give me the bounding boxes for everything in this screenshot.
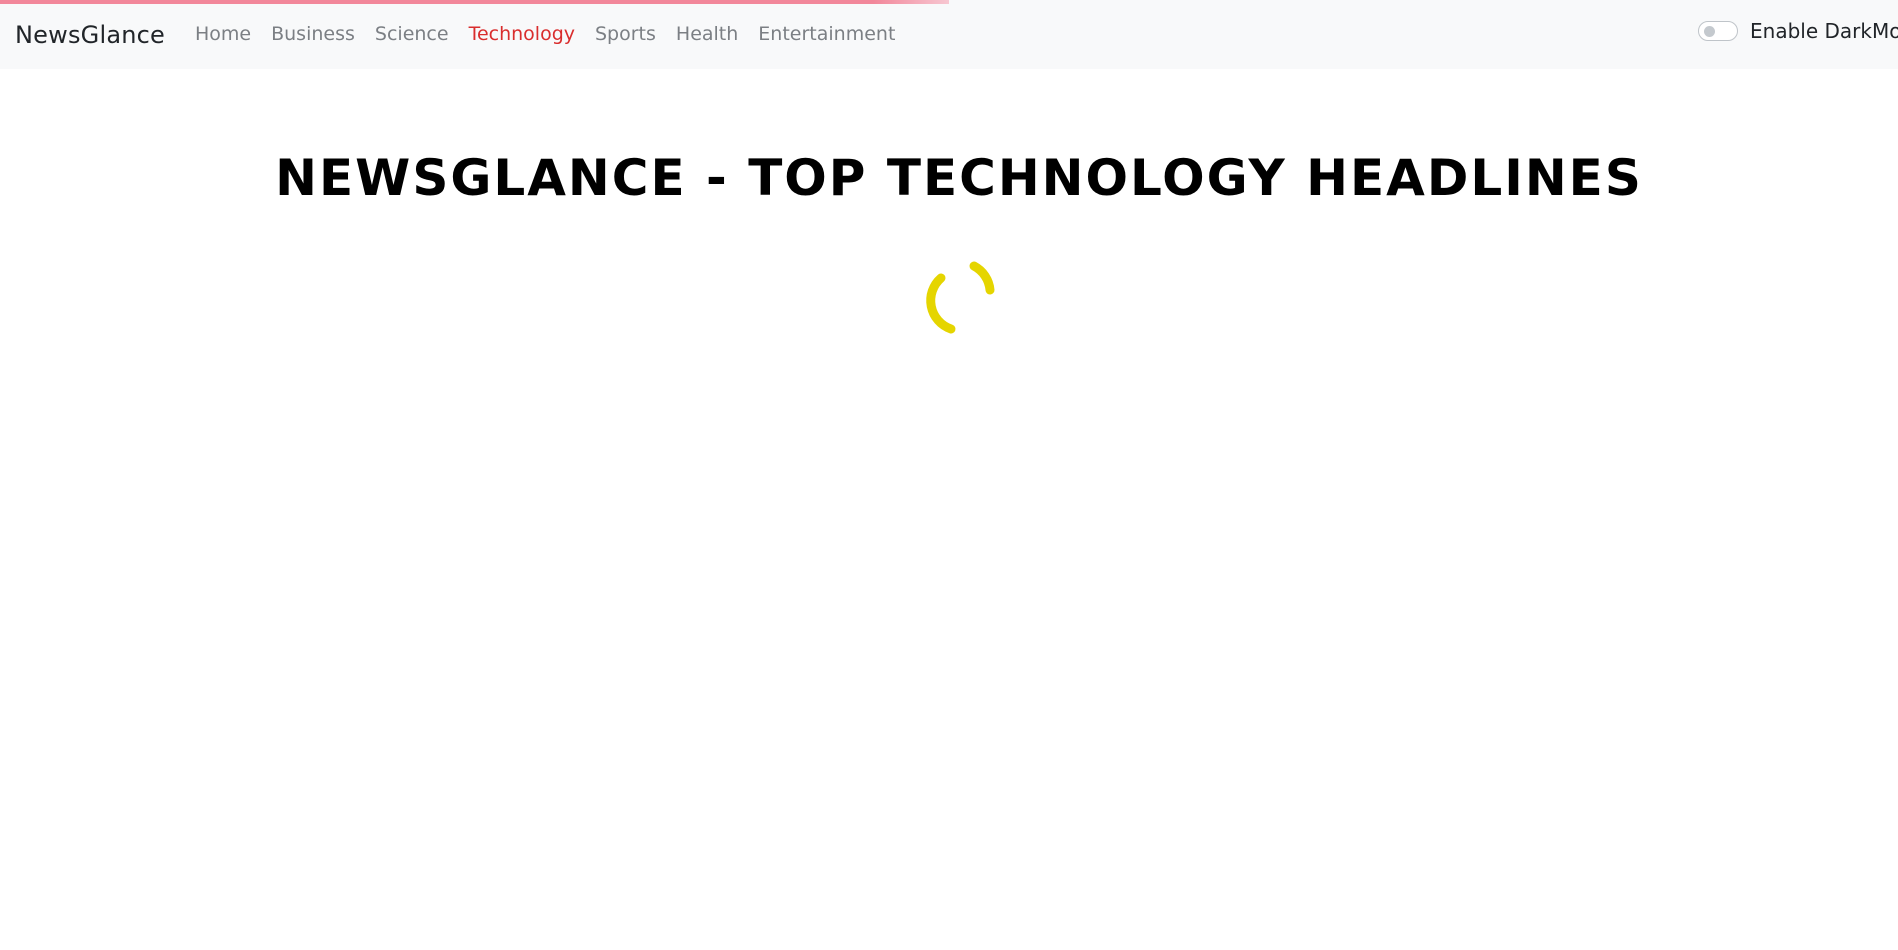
news-page: NewsGlance Home Business Science Technol… [0,0,1898,950]
nav-link-sports[interactable]: Sports [595,25,656,44]
dark-mode-toggle[interactable]: Enable DarkMode [1698,21,1898,41]
nav-link-technology[interactable]: Technology [469,25,575,44]
dark-mode-label: Enable DarkMode [1750,19,1898,43]
page-title: NEWSGLANCE - TOP TECHNOLOGY HEADLINES [275,148,1643,207]
dark-mode-switch[interactable] [1698,21,1738,41]
brand-logo[interactable]: NewsGlance [15,23,165,47]
nav-link-business[interactable]: Business [271,25,355,44]
nav-link-home[interactable]: Home [195,25,251,44]
top-navbar: NewsGlance Home Business Science Technol… [0,0,1898,69]
nav-link-health[interactable]: Health [676,25,738,44]
switch-knob [1704,26,1715,37]
nav-link-entertainment[interactable]: Entertainment [758,25,895,44]
page-loading-progress-bar [0,0,949,4]
spinner-icon [926,261,995,334]
nav-link-science[interactable]: Science [375,25,449,44]
category-nav: Home Business Science Technology Sports … [195,0,895,69]
